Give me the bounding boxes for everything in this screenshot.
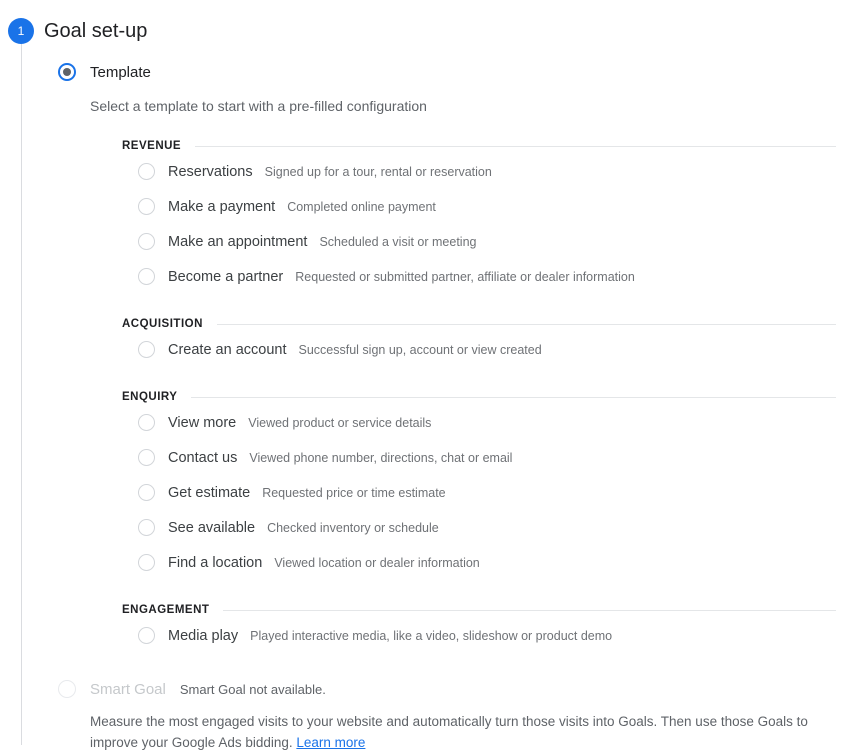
template-item-radio[interactable] bbox=[138, 198, 155, 215]
template-item-radio[interactable] bbox=[138, 484, 155, 501]
group-enquiry: ENQUIRY View more Viewed product or serv… bbox=[122, 389, 836, 580]
template-item-radio[interactable] bbox=[138, 519, 155, 536]
group-header: ACQUISITION bbox=[122, 316, 836, 332]
template-item-radio[interactable] bbox=[138, 414, 155, 431]
template-item-see-available[interactable]: See available Checked inventory or sched… bbox=[138, 510, 836, 545]
step-rail: 1 bbox=[0, 0, 44, 745]
template-item-label: Become a partner bbox=[168, 268, 284, 285]
template-item-description: Successful sign up, account or view crea… bbox=[298, 342, 542, 357]
template-item-label: Contact us bbox=[168, 449, 238, 466]
group-revenue: REVENUE Reservations Signed up for a tou… bbox=[122, 138, 836, 294]
template-item-contact-us[interactable]: Contact us Viewed phone number, directio… bbox=[138, 440, 836, 475]
template-item-media-play[interactable]: Media play Played interactive media, lik… bbox=[138, 618, 836, 653]
template-item-make-a-payment[interactable]: Make a payment Completed online payment bbox=[138, 189, 836, 224]
template-item-description: Scheduled a visit or meeting bbox=[319, 234, 477, 249]
smart-goal-option-row: Smart Goal Smart Goal not available. bbox=[58, 675, 851, 703]
template-item-get-estimate[interactable]: Get estimate Requested price or time est… bbox=[138, 475, 836, 510]
group-header: ENQUIRY bbox=[122, 389, 836, 405]
page-title: Goal set-up bbox=[44, 20, 148, 42]
template-item-radio[interactable] bbox=[138, 268, 155, 285]
group-header: REVENUE bbox=[122, 138, 836, 154]
template-option-row[interactable]: Template bbox=[58, 58, 851, 86]
group-title: ACQUISITION bbox=[122, 318, 203, 330]
template-item-label: Create an account bbox=[168, 341, 287, 358]
template-item-label: Make a payment bbox=[168, 198, 276, 215]
template-item-description: Viewed location or dealer information bbox=[274, 555, 480, 570]
group-divider bbox=[195, 145, 836, 147]
template-item-label: View more bbox=[168, 414, 237, 431]
template-item-description: Completed online payment bbox=[287, 199, 436, 214]
template-groups: REVENUE Reservations Signed up for a tou… bbox=[122, 138, 836, 653]
template-helper-text: Select a template to start with a pre-fi… bbox=[90, 98, 427, 114]
template-item-label: Media play bbox=[168, 627, 239, 644]
template-item-description: Played interactive media, like a video, … bbox=[250, 628, 613, 643]
group-divider bbox=[223, 609, 836, 611]
smart-goal-description: Measure the most engaged visits to your … bbox=[90, 711, 850, 753]
group-divider bbox=[191, 396, 836, 398]
template-item-description: Checked inventory or schedule bbox=[267, 520, 439, 535]
goal-setup-content: Template Select a template to start with… bbox=[58, 58, 851, 753]
template-option-label: Template bbox=[90, 63, 151, 81]
group-engagement: ENGAGEMENT Media play Played interactive… bbox=[122, 602, 836, 653]
template-item-make-an-appointment[interactable]: Make an appointment Scheduled a visit or… bbox=[138, 224, 836, 259]
template-radio[interactable] bbox=[58, 63, 76, 81]
template-item-radio[interactable] bbox=[138, 341, 155, 358]
template-item-label: See available bbox=[168, 519, 256, 536]
template-item-description: Requested price or time estimate bbox=[262, 485, 446, 500]
template-item-radio[interactable] bbox=[138, 163, 155, 180]
template-item-radio[interactable] bbox=[138, 554, 155, 571]
group-acquisition: ACQUISITION Create an account Successful… bbox=[122, 316, 836, 367]
group-header: ENGAGEMENT bbox=[122, 602, 836, 618]
template-item-radio[interactable] bbox=[138, 627, 155, 644]
template-item-label: Find a location bbox=[168, 554, 263, 571]
template-item-radio[interactable] bbox=[138, 449, 155, 466]
template-item-create-an-account[interactable]: Create an account Successful sign up, ac… bbox=[138, 332, 836, 367]
template-item-description: Requested or submitted partner, affiliat… bbox=[295, 269, 635, 284]
learn-more-link[interactable]: Learn more bbox=[296, 735, 365, 750]
group-divider bbox=[216, 323, 836, 325]
template-item-description: Viewed phone number, directions, chat or… bbox=[249, 450, 513, 465]
template-item-label: Reservations bbox=[168, 163, 253, 180]
template-item-reservations[interactable]: Reservations Signed up for a tour, renta… bbox=[138, 154, 836, 189]
step-connector-line bbox=[21, 40, 22, 745]
template-item-description: Viewed product or service details bbox=[248, 415, 432, 430]
template-item-radio[interactable] bbox=[138, 233, 155, 250]
smart-goal-availability-note: Smart Goal not available. bbox=[179, 681, 326, 697]
template-item-label: Make an appointment bbox=[168, 233, 308, 250]
smart-goal-label: Smart Goal bbox=[90, 680, 166, 698]
step-number-badge: 1 bbox=[8, 18, 34, 44]
group-title: ENQUIRY bbox=[122, 391, 178, 403]
template-item-label: Get estimate bbox=[168, 484, 251, 501]
template-item-find-a-location[interactable]: Find a location Viewed location or deale… bbox=[138, 545, 836, 580]
template-item-description: Signed up for a tour, rental or reservat… bbox=[264, 164, 492, 179]
template-item-become-a-partner[interactable]: Become a partner Requested or submitted … bbox=[138, 259, 836, 294]
smart-goal-radio bbox=[58, 680, 76, 698]
template-item-view-more[interactable]: View more Viewed product or service deta… bbox=[138, 405, 836, 440]
group-title: ENGAGEMENT bbox=[122, 604, 210, 616]
group-title: REVENUE bbox=[122, 140, 182, 152]
